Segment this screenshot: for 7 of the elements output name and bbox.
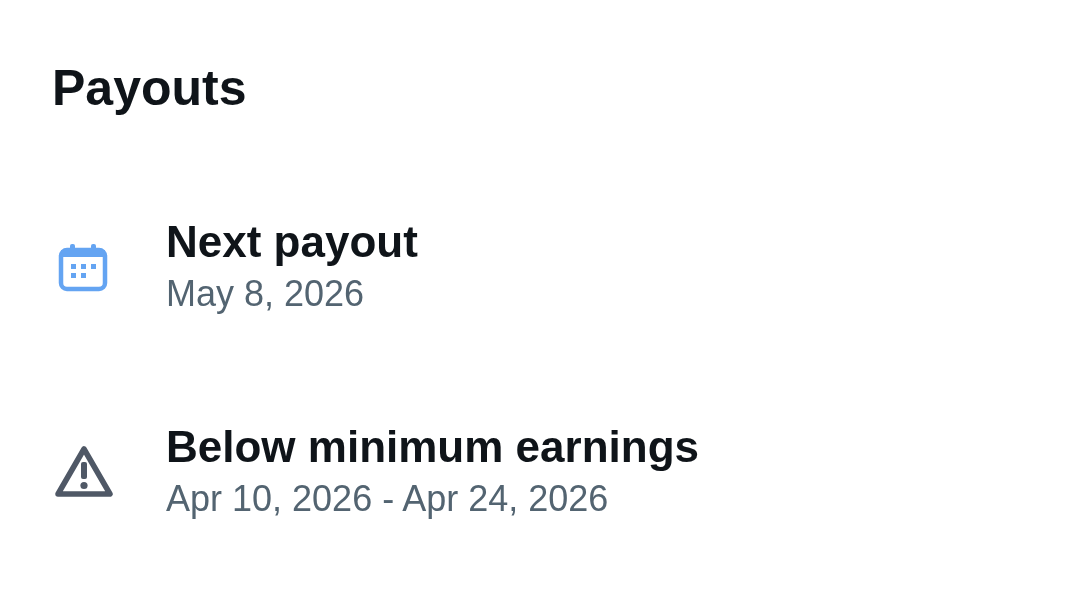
item-title: Next payout — [166, 217, 418, 267]
item-title: Below minimum earnings — [166, 422, 699, 472]
warning-icon — [54, 445, 114, 499]
item-date: May 8, 2026 — [166, 272, 366, 316]
calendar-icon — [58, 242, 108, 292]
item-date: Apr 10, 2026 - Apr 24, 2026 — [166, 477, 610, 521]
page-title: Payouts — [52, 59, 248, 118]
